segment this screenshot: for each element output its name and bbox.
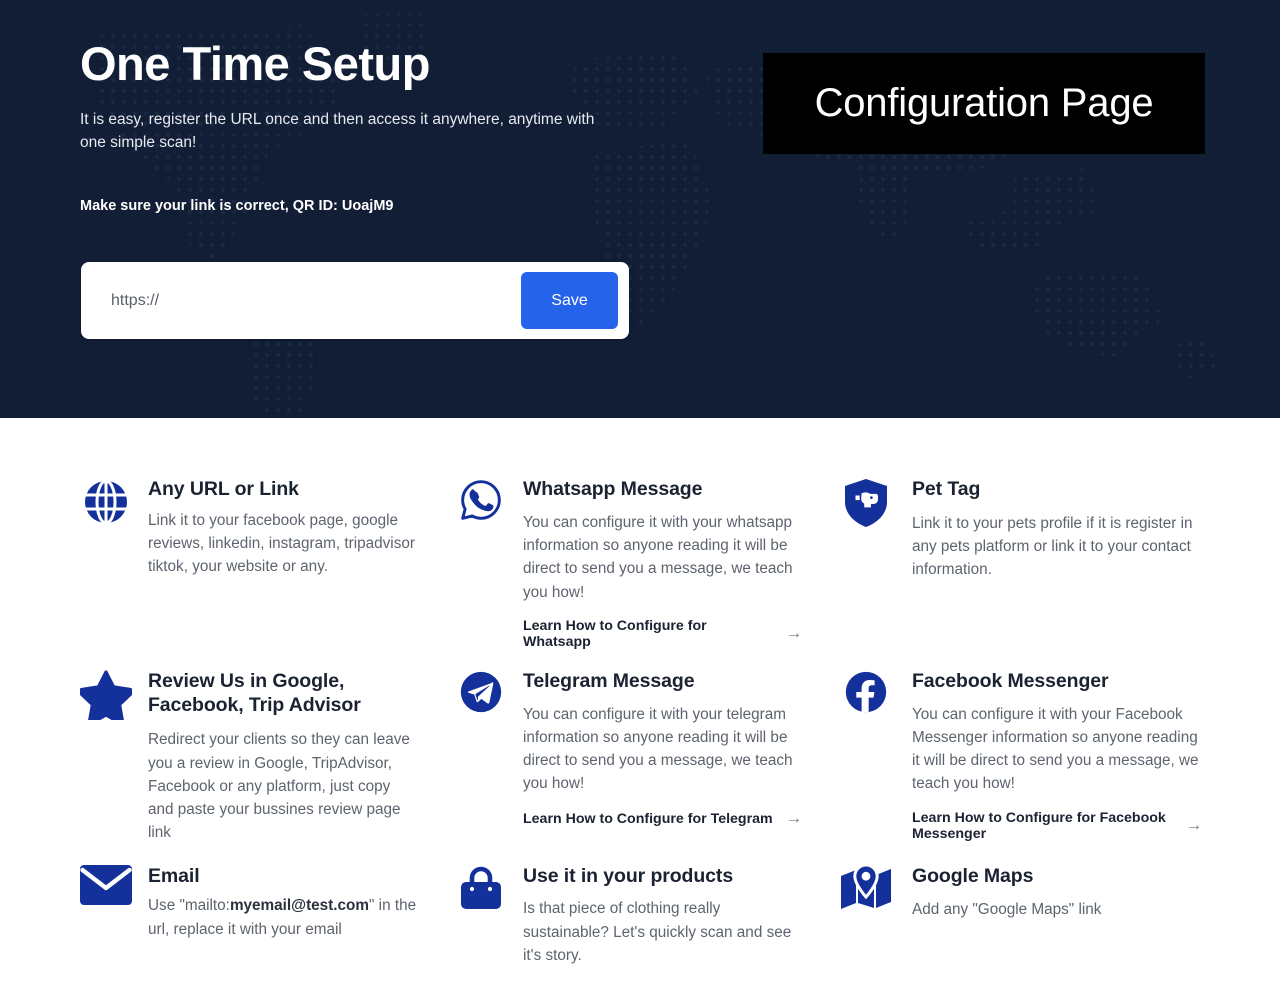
- qr-id-note: Make sure your link is correct, QR ID: U…: [80, 198, 394, 215]
- feature-title: Facebook Messenger: [912, 669, 1109, 692]
- feature-description: Add any "Google Maps" link: [912, 901, 1102, 919]
- learn-how-link-telegram[interactable]: Learn How to Configure for Telegram →: [523, 810, 802, 828]
- hero-section: One Time Setup It is easy, register the …: [0, 0, 1280, 418]
- arrow-right-icon: →: [1186, 816, 1202, 834]
- learn-link-label: Learn How to Configure for Facebook Mess…: [912, 809, 1166, 842]
- telegram-icon: [455, 670, 507, 845]
- feature-card-facebook-messenger: Facebook Messenger You can configure it …: [820, 670, 1220, 865]
- whatsapp-icon: [455, 478, 507, 650]
- envelope-icon: [80, 864, 132, 968]
- feature-description: You can configure it with your Facebook …: [912, 705, 1199, 793]
- email-desc-prefix: Use "mailto:: [148, 897, 230, 915]
- feature-card-google-maps: Google Maps Add any "Google Maps" link: [820, 864, 1220, 988]
- learn-link-label: Learn How to Configure for Telegram: [523, 810, 773, 827]
- feature-card-products: Use it in your products Is that piece of…: [435, 865, 820, 988]
- configuration-page-badge: Configuration Page: [763, 53, 1205, 154]
- feature-description: You can configure it with your telegram …: [523, 705, 793, 793]
- globe-icon: [80, 478, 132, 650]
- arrow-right-icon: →: [786, 624, 802, 642]
- feature-title: Review Us in Google, Facebook, Trip Advi…: [148, 669, 361, 716]
- url-input[interactable]: [81, 262, 521, 339]
- hero-subtitle: It is easy, register the URL once and th…: [80, 111, 595, 151]
- save-button[interactable]: Save: [521, 272, 618, 329]
- arrow-right-icon: →: [786, 809, 802, 827]
- feature-title: Telegram Message: [523, 669, 695, 692]
- feature-description: Is that piece of clothing really sustain…: [523, 900, 792, 964]
- shopping-bag-icon: [455, 865, 507, 968]
- feature-card-any-url: Any URL or Link Link it to your facebook…: [60, 478, 435, 670]
- feature-card-email: Email Use "mailto:myemail@test.com" in t…: [60, 864, 435, 988]
- feature-title: Use it in your products: [523, 864, 734, 887]
- feature-title: Any URL or Link: [148, 478, 299, 500]
- star-icon: [80, 670, 132, 845]
- feature-title: Whatsapp Message: [523, 478, 703, 500]
- feature-description: Use "mailto:myemail@test.com" in the url…: [148, 894, 417, 941]
- learn-link-label: Learn How to Configure for Whatsapp: [523, 617, 707, 650]
- feature-card-review-us: Review Us in Google, Facebook, Trip Advi…: [60, 670, 435, 865]
- learn-how-link-facebook-messenger[interactable]: Learn How to Configure for Facebook Mess…: [912, 810, 1202, 842]
- email-address-value: myemail@test.com: [229, 897, 369, 915]
- facebook-icon: [840, 670, 892, 845]
- feature-card-telegram: Telegram Message You can configure it wi…: [435, 670, 820, 865]
- configuration-page-badge-label: Configuration Page: [814, 81, 1154, 125]
- feature-card-pet-tag: Pet Tag Link it to your pets profile if …: [820, 478, 1220, 670]
- feature-description: Link it to your pets profile if it is re…: [912, 514, 1193, 579]
- feature-description: Redirect your clients so they can leave …: [148, 731, 410, 842]
- feature-title: Pet Tag: [912, 478, 981, 500]
- feature-description: Link it to your facebook page, google re…: [148, 511, 415, 576]
- learn-how-link-whatsapp[interactable]: Learn How to Configure for Whatsapp →: [523, 618, 802, 650]
- feature-description: You can configure it with your whatsapp …: [523, 513, 793, 601]
- features-section: Any URL or Link Link it to your facebook…: [0, 418, 1280, 987]
- feature-card-whatsapp: Whatsapp Message You can configure it wi…: [435, 478, 820, 670]
- url-registration-form: Save: [81, 262, 629, 339]
- feature-title: Google Maps: [912, 864, 1034, 887]
- google-maps-icon: [840, 864, 892, 968]
- pet-shield-icon: [840, 478, 892, 650]
- feature-title: Email: [148, 864, 200, 887]
